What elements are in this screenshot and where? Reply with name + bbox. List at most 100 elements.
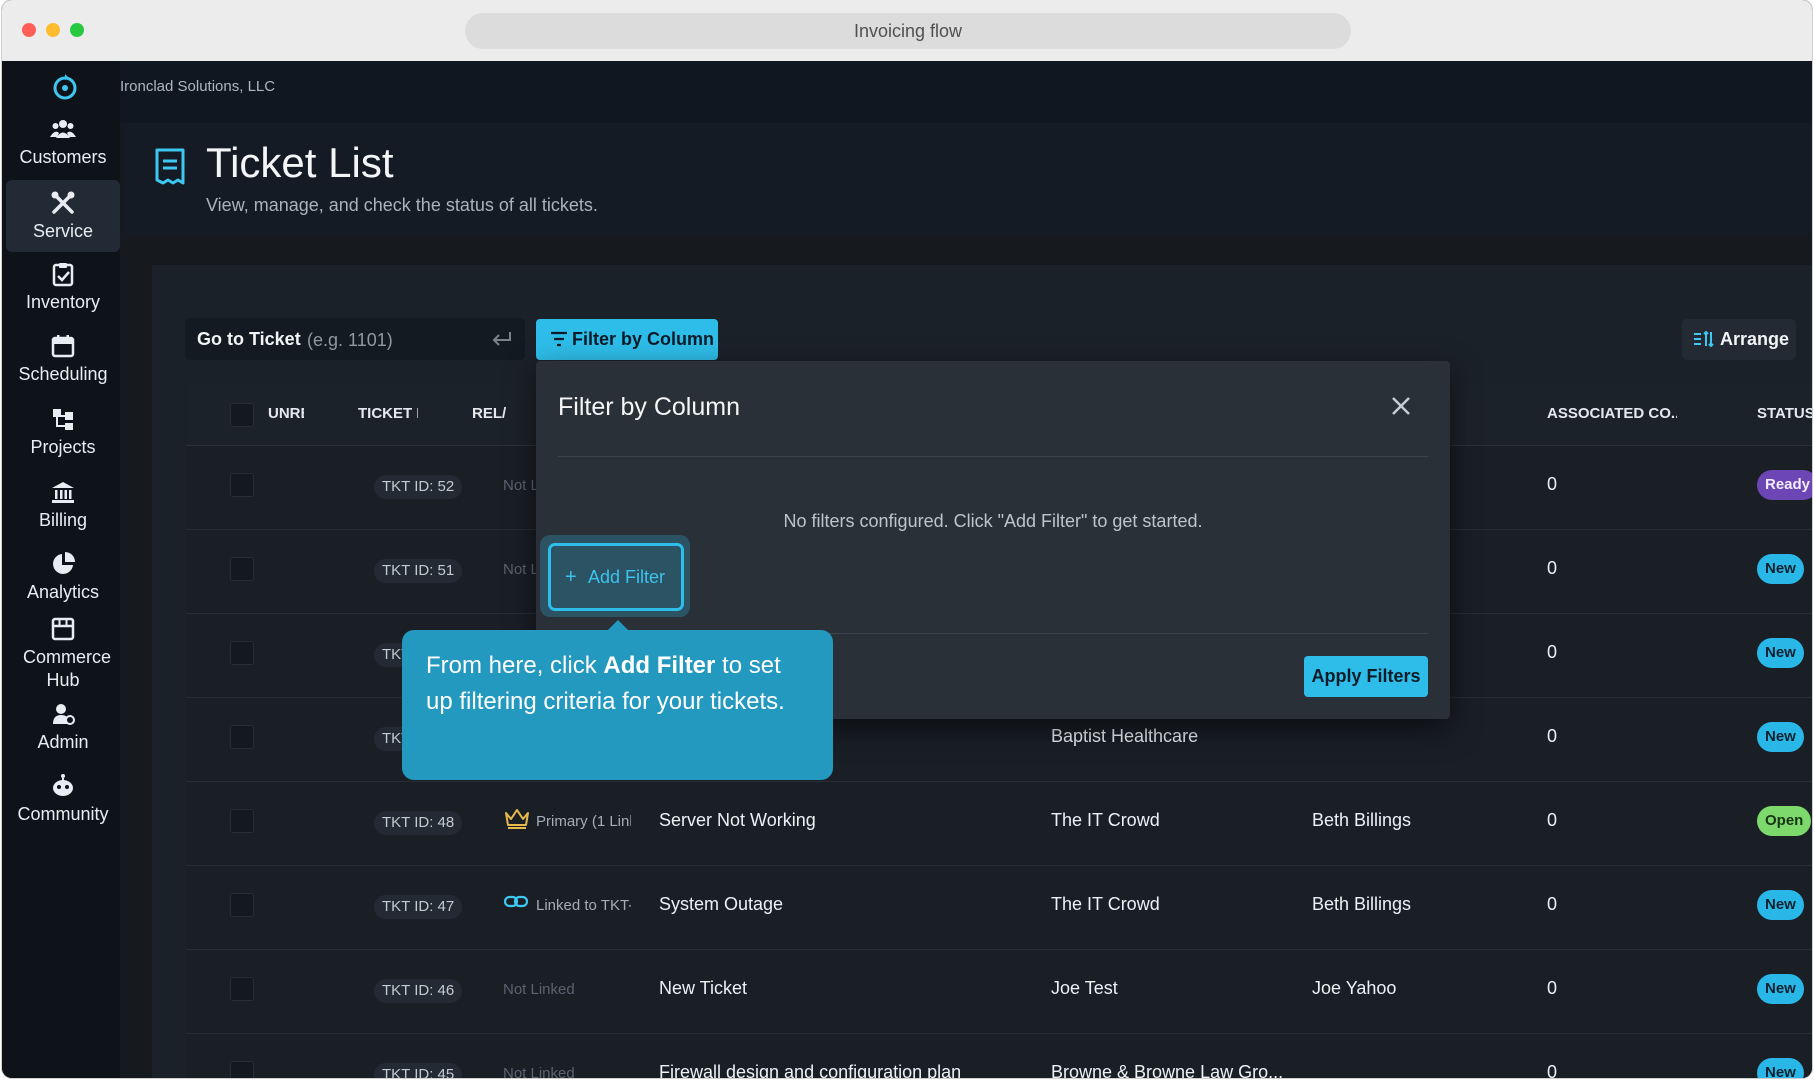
maximize-window-button[interactable]	[70, 23, 84, 37]
app-logo-icon[interactable]	[50, 72, 80, 102]
ticket-id-badge[interactable]: TKT ID: 47	[374, 895, 463, 919]
ticket-id-badge[interactable]: TKT ID: 45	[374, 1063, 463, 1078]
status-badge: New	[1757, 974, 1804, 1004]
column-header-status[interactable]: STATUS	[1757, 405, 1812, 422]
associated-count-cell: 0	[1547, 642, 1558, 662]
company-cell: The IT Crowd	[1051, 894, 1160, 914]
ticket-id-badge[interactable]: TKT ID: 46	[374, 979, 463, 1003]
row-checkbox[interactable]	[230, 557, 254, 581]
row-checkbox[interactable]	[230, 977, 254, 1001]
close-window-button[interactable]	[22, 23, 36, 37]
contact-cell: Beth Billings	[1312, 894, 1412, 914]
row-checkbox[interactable]	[230, 893, 254, 917]
summary-cell[interactable]: Server Not Working	[659, 810, 816, 831]
sidebar-item-admin[interactable]: Admin	[6, 701, 120, 781]
filter-by-column-button[interactable]: Filter by Column	[536, 319, 718, 360]
tooltip-arrow	[608, 620, 628, 630]
company-name: Ironclad Solutions, LLC	[120, 78, 276, 95]
url-bar[interactable]: Invoicing flow	[465, 13, 1351, 49]
table-row[interactable]: TKT ID: 46 Not Linked New Ticket Joe Test Jo…	[186, 950, 1812, 1034]
status-badge: New	[1757, 638, 1804, 668]
sidebar-item-label: Billing	[38, 510, 88, 530]
link-icon	[503, 895, 529, 908]
company-cell: The IT Crowd	[1051, 810, 1160, 830]
summary-cell[interactable]: New Ticket	[659, 978, 747, 999]
table-row[interactable]: TKT ID: 48 Primary (1 Linke Server Not Wor…	[186, 782, 1812, 866]
sidebar-item-service[interactable]: Service	[6, 180, 120, 252]
sidebar-item-projects[interactable]: Projects	[6, 406, 120, 486]
related-cell: Not Linked	[503, 1065, 575, 1078]
ticket-list-icon	[155, 148, 185, 185]
associated-count-cell: 0	[1547, 810, 1558, 830]
contact-cell: Beth Billings	[1312, 810, 1412, 830]
row-checkbox[interactable]	[230, 641, 254, 665]
table-row[interactable]: TKT ID: 47 Linked to TKT-4 System Outage Th…	[186, 866, 1812, 950]
related-cell: Not Linked	[503, 981, 575, 998]
associated-count-cell: 0	[1547, 894, 1558, 914]
page-header: Ticket List View, manage, and check the …	[124, 123, 1812, 235]
crown-icon	[505, 809, 529, 829]
goto-ticket-field[interactable]: Go to Ticket	[185, 318, 525, 360]
column-header-unread[interactable]: UNRE	[268, 405, 304, 422]
tooltip-text-bold: Add Filter	[603, 652, 716, 679]
filter-by-column-label: Filter by Column	[572, 329, 715, 349]
sidebar-item-label: Commerce Hub	[23, 647, 112, 690]
status-badge: New	[1757, 722, 1804, 752]
ticket-id-badge[interactable]: TKT ID: 51	[374, 559, 463, 583]
sidebar-item-community[interactable]: Community	[6, 773, 120, 853]
sidebar-item-scheduling[interactable]: Scheduling	[6, 333, 120, 413]
status-badge: Ready	[1757, 470, 1812, 500]
row-checkbox[interactable]	[230, 809, 254, 833]
column-header-associated[interactable]: ASSOCIATED CO...	[1547, 405, 1677, 422]
related-cell[interactable]: Primary (1 Linke	[536, 813, 631, 830]
add-filter-button[interactable]: + Add Filter	[548, 543, 684, 611]
store-icon	[50, 616, 76, 642]
arrange-label: Arrange	[1720, 329, 1790, 349]
summary-cell[interactable]: System Outage	[659, 894, 783, 915]
column-header-related[interactable]: REL/	[472, 405, 506, 422]
company-cell: Browne & Browne Law Gro...	[1051, 1062, 1284, 1078]
associated-count-cell: 0	[1547, 1062, 1558, 1078]
projects-icon	[50, 406, 76, 432]
inventory-icon	[50, 261, 76, 287]
app-window: Invoicing flow Customers Service Invento…	[2, 0, 1812, 1078]
column-header-ticket-id[interactable]: TICKET I	[358, 405, 418, 422]
associated-count-cell: 0	[1547, 558, 1558, 578]
associated-count-cell: 0	[1547, 726, 1558, 746]
minimize-window-button[interactable]	[46, 23, 60, 37]
sidebar-item-inventory[interactable]: Inventory	[6, 261, 120, 341]
table-row[interactable]: TKT ID: 45 Not Linked Firewall design and …	[186, 1034, 1812, 1078]
close-icon[interactable]	[1390, 395, 1412, 417]
sidebar-item-label: Community	[17, 804, 109, 824]
associated-count-cell: 0	[1547, 474, 1558, 494]
summary-cell[interactable]: Firewall design and configuration plan	[659, 1062, 961, 1078]
ticket-id-badge[interactable]: TKT ID: 52	[374, 475, 463, 499]
enter-icon[interactable]	[491, 330, 513, 348]
arrange-button[interactable]: Arrange	[1682, 319, 1796, 360]
ticket-id-badge[interactable]: TKT ID: 48	[374, 811, 463, 835]
filter-icon	[551, 331, 567, 347]
goto-ticket-input[interactable]	[305, 324, 509, 356]
add-filter-label: Add Filter	[588, 567, 666, 587]
status-badge: Open	[1757, 806, 1812, 836]
associated-count-cell: 0	[1547, 978, 1558, 998]
pie-chart-icon	[50, 551, 76, 577]
company-cell: Joe Test	[1051, 978, 1118, 998]
modal-title: Filter by Column	[558, 393, 740, 421]
sidebar-item-label: Analytics	[26, 582, 100, 602]
sidebar: Customers Service Inventory Scheduling P	[2, 61, 120, 1078]
tooltip-text-before: From here, click	[426, 652, 604, 679]
row-checkbox[interactable]	[230, 725, 254, 749]
goto-ticket-label: Go to Ticket	[197, 329, 301, 349]
page-title: Ticket List	[206, 139, 394, 186]
calendar-icon	[50, 333, 76, 359]
status-badge: New	[1757, 1058, 1804, 1078]
add-filter-highlight: + Add Filter	[540, 535, 690, 617]
select-all-checkbox[interactable]	[230, 403, 254, 427]
row-checkbox[interactable]	[230, 1061, 254, 1078]
sidebar-item-label: Projects	[30, 437, 96, 457]
apply-filters-button[interactable]: Apply Filters	[1304, 656, 1428, 697]
related-cell[interactable]: Linked to TKT-4	[536, 897, 631, 914]
row-checkbox[interactable]	[230, 473, 254, 497]
sidebar-item-billing[interactable]: Billing	[6, 479, 120, 559]
